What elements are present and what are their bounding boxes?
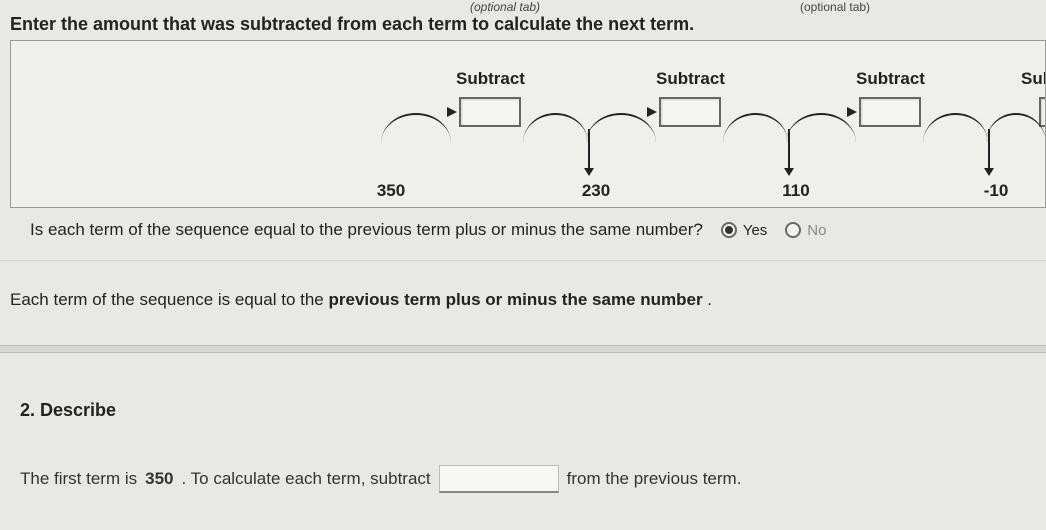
arc-3 — [786, 113, 856, 143]
arc-out-1 — [523, 113, 588, 143]
radio-no[interactable]: No — [785, 222, 826, 239]
statement-bold: previous term plus or minus the same num… — [328, 290, 702, 309]
subtract-input-3[interactable] — [859, 97, 921, 127]
radio-no-label: No — [807, 222, 826, 239]
radio-yes-label: Yes — [743, 222, 767, 239]
statement-suffix: . — [703, 290, 712, 309]
describe-pre: The first term is — [20, 469, 137, 489]
arrow-into-box-3 — [847, 107, 857, 117]
statement-prefix: Each term of the sequence is equal to th… — [10, 290, 328, 309]
radio-group: Yes No — [721, 222, 827, 239]
question-row: Is each term of the sequence equal to th… — [30, 220, 1036, 240]
subtract-label-1: Subtract — [456, 69, 525, 89]
subtract-label-2: Subtract — [656, 69, 725, 89]
top-label-right: (optional tab) — [800, 0, 870, 14]
question-text: Is each term of the sequence equal to th… — [30, 220, 703, 240]
instruction-text: Enter the amount that was subtracted fro… — [10, 14, 694, 35]
sequence-diagram: Subtract Subtract Subtract Subtr 350 230… — [10, 40, 1046, 208]
divider-1 — [0, 260, 1046, 262]
describe-mid: . To calculate each term, subtract — [182, 469, 431, 489]
arrow-to-term-4 — [988, 129, 990, 174]
section-2-heading: 2. Describe — [20, 400, 116, 421]
radio-yes[interactable]: Yes — [721, 222, 767, 239]
subtract-label-3: Subtract — [856, 69, 925, 89]
subtract-input-2[interactable] — [659, 97, 721, 127]
arrow-into-box-1 — [447, 107, 457, 117]
arc-out-2 — [723, 113, 788, 143]
describe-row: The first term is 350 . To calculate eac… — [20, 465, 741, 493]
radio-no-circle-icon — [785, 222, 801, 238]
subtract-value-input[interactable] — [439, 465, 559, 493]
arc-1 — [381, 113, 451, 143]
top-label-left: (optional tab) — [470, 0, 540, 14]
term-4: -10 — [966, 181, 1026, 201]
arrow-to-term-3 — [788, 129, 790, 174]
arc-4 — [986, 113, 1046, 143]
radio-yes-circle-icon — [721, 222, 737, 238]
divider-2 — [0, 345, 1046, 353]
arrow-to-term-2 — [588, 129, 590, 174]
top-optional-labels: (optional tab) (optional tab) — [0, 0, 1046, 12]
arc-2 — [586, 113, 656, 143]
first-term: 350 — [145, 469, 173, 489]
subtract-input-4[interactable] — [1039, 97, 1046, 127]
statement-text: Each term of the sequence is equal to th… — [10, 290, 712, 310]
arc-out-3 — [923, 113, 988, 143]
subtract-input-1[interactable] — [459, 97, 521, 127]
arrow-into-box-2 — [647, 107, 657, 117]
term-3: 110 — [766, 181, 826, 201]
term-1: 350 — [361, 181, 421, 201]
describe-post: from the previous term. — [567, 469, 742, 489]
term-2: 230 — [566, 181, 626, 201]
subtract-label-4: Subtr — [1021, 69, 1046, 89]
